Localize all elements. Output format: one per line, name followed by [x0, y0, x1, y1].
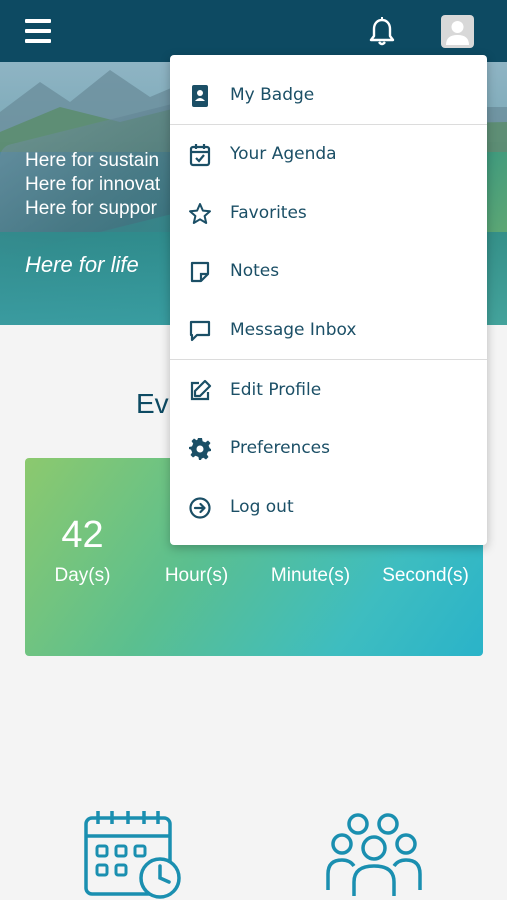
menu-item-label: Edit Profile [230, 380, 322, 400]
menu-item-label: My Badge [230, 85, 315, 105]
hamburger-icon[interactable] [25, 19, 51, 43]
user-dropdown-menu: My Badge Your Agenda Favorites Notes Mes… [170, 55, 487, 545]
gear-icon [188, 437, 212, 461]
menu-item-log-out[interactable]: Log out [170, 479, 487, 537]
menu-divider [170, 359, 487, 360]
menu-item-label: Your Agenda [230, 144, 337, 164]
message-icon [188, 319, 212, 343]
menu-item-edit-profile[interactable]: Edit Profile [170, 362, 487, 420]
menu-divider [170, 124, 487, 125]
menu-item-message-inbox[interactable]: Message Inbox [170, 302, 487, 360]
hero-line-2: Here for innovat [25, 174, 161, 195]
menu-item-my-badge[interactable]: My Badge [170, 67, 487, 125]
badge-icon [188, 84, 212, 108]
bell-icon[interactable] [366, 16, 398, 48]
group-people-icon[interactable] [322, 808, 426, 900]
menu-item-label: Message Inbox [230, 320, 357, 340]
countdown-hours-label: Hour(s) [164, 565, 229, 586]
countdown-seconds-label: Second(s) [382, 565, 469, 586]
hero-line-1: Here for sustain [25, 150, 160, 171]
menu-item-label: Notes [230, 261, 280, 281]
countdown-days-label: Day(s) [54, 565, 111, 586]
menu-item-preferences[interactable]: Preferences [170, 420, 487, 478]
hero-tagline: Here for life [25, 252, 139, 277]
menu-item-favorites[interactable]: Favorites [170, 185, 487, 243]
menu-item-label: Preferences [230, 438, 330, 458]
menu-item-notes[interactable]: Notes [170, 243, 487, 301]
note-icon [188, 260, 212, 284]
menu-item-label: Log out [230, 497, 294, 517]
countdown-days-value: 42 [61, 514, 104, 556]
countdown-minutes-label: Minute(s) [270, 565, 351, 586]
hero-line-3: Here for suppor [25, 198, 158, 219]
star-icon [188, 202, 212, 226]
event-title: Ev [136, 388, 169, 419]
top-navigation-bar [0, 0, 507, 62]
logout-icon [188, 496, 212, 520]
menu-item-your-agenda[interactable]: Your Agenda [170, 126, 487, 184]
calendar-clock-icon[interactable] [82, 808, 184, 900]
edit-icon [188, 379, 212, 403]
calendar-check-icon [188, 143, 212, 167]
menu-item-label: Favorites [230, 203, 307, 223]
user-avatar-icon[interactable] [441, 15, 474, 48]
